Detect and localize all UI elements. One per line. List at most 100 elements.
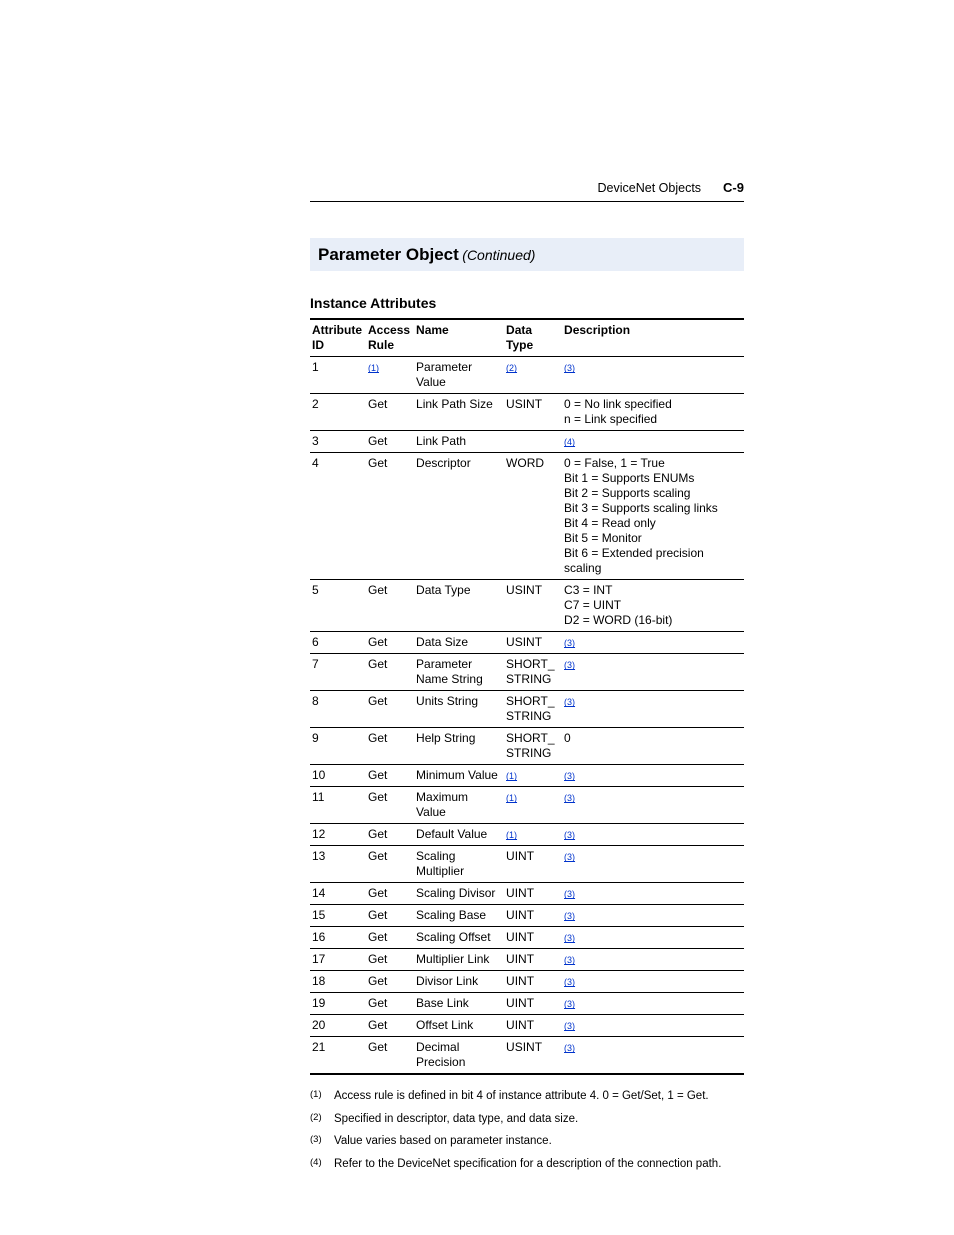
table-row: 4GetDescriptorWORD0 = False, 1 = True Bi… xyxy=(310,453,744,580)
cell-access: Get xyxy=(366,394,414,431)
cell-name: Parameter Value xyxy=(414,357,504,394)
cell-dtype: USINT xyxy=(504,632,562,654)
cell-dtype: (1) xyxy=(504,824,562,846)
footnote-ref[interactable]: (1) xyxy=(368,363,379,373)
footnote-marker: (1) xyxy=(310,1089,324,1103)
footnote-ref[interactable]: (3) xyxy=(564,660,575,670)
cell-attr-id: 14 xyxy=(310,883,366,905)
footnote-ref[interactable]: (2) xyxy=(506,363,517,373)
cell-dtype: USINT xyxy=(504,580,562,632)
cell-access: Get xyxy=(366,846,414,883)
cell-attr-id: 13 xyxy=(310,846,366,883)
running-header: DeviceNet Objects C-9 xyxy=(310,180,744,202)
cell-access: Get xyxy=(366,1037,414,1075)
footnote-ref[interactable]: (1) xyxy=(506,830,517,840)
footnote-marker: (2) xyxy=(310,1112,324,1126)
cell-dtype: (2) xyxy=(504,357,562,394)
footnote-ref[interactable]: (4) xyxy=(564,437,575,447)
instance-attributes-table: Attribute ID Access Rule Name Data Type … xyxy=(310,318,744,1075)
cell-desc: (3) xyxy=(562,765,744,787)
cell-desc: (3) xyxy=(562,883,744,905)
cell-desc: (3) xyxy=(562,927,744,949)
footnote-ref[interactable]: (3) xyxy=(564,793,575,803)
cell-name: Default Value xyxy=(414,824,504,846)
cell-dtype: USINT xyxy=(504,394,562,431)
footnote-ref[interactable]: (3) xyxy=(564,638,575,648)
footnote-ref[interactable]: (3) xyxy=(564,1043,575,1053)
cell-access: Get xyxy=(366,691,414,728)
cell-name: Parameter Name String xyxy=(414,654,504,691)
cell-access: Get xyxy=(366,632,414,654)
cell-dtype: USINT xyxy=(504,1037,562,1075)
footnote-ref[interactable]: (3) xyxy=(564,1021,575,1031)
footnote-ref[interactable]: (3) xyxy=(564,363,575,373)
table-row: 19GetBase LinkUINT(3) xyxy=(310,993,744,1015)
cell-dtype: UINT xyxy=(504,971,562,993)
cell-dtype: UINT xyxy=(504,883,562,905)
footnote-marker: (4) xyxy=(310,1157,324,1171)
footnote: (4)Refer to the DeviceNet specification … xyxy=(310,1157,744,1171)
page: DeviceNet Objects C-9 Parameter Object (… xyxy=(0,0,954,1235)
table-row: 13GetScaling MultiplierUINT(3) xyxy=(310,846,744,883)
cell-access: Get xyxy=(366,787,414,824)
footnote-ref[interactable]: (3) xyxy=(564,852,575,862)
cell-attr-id: 5 xyxy=(310,580,366,632)
cell-name: Link Path xyxy=(414,431,504,453)
footnote-ref[interactable]: (3) xyxy=(564,977,575,987)
table-row: 14GetScaling DivisorUINT(3) xyxy=(310,883,744,905)
table-row: 17GetMultiplier LinkUINT(3) xyxy=(310,949,744,971)
footnote-ref[interactable]: (1) xyxy=(506,771,517,781)
cell-name: Scaling Divisor xyxy=(414,883,504,905)
table-row: 20GetOffset LinkUINT(3) xyxy=(310,1015,744,1037)
cell-access: Get xyxy=(366,993,414,1015)
cell-name: Scaling Multiplier xyxy=(414,846,504,883)
footnote-ref[interactable]: (3) xyxy=(564,933,575,943)
cell-name: Link Path Size xyxy=(414,394,504,431)
cell-access: Get xyxy=(366,728,414,765)
cell-attr-id: 18 xyxy=(310,971,366,993)
footnote-ref[interactable]: (3) xyxy=(564,771,575,781)
cell-access: Get xyxy=(366,971,414,993)
table-row: 12GetDefault Value(1)(3) xyxy=(310,824,744,846)
cell-attr-id: 4 xyxy=(310,453,366,580)
footnote-ref[interactable]: (3) xyxy=(564,889,575,899)
footnote-ref[interactable]: (3) xyxy=(564,911,575,921)
table-header-row: Attribute ID Access Rule Name Data Type … xyxy=(310,319,744,357)
table-row: 2GetLink Path SizeUSINT0 = No link speci… xyxy=(310,394,744,431)
cell-attr-id: 17 xyxy=(310,949,366,971)
cell-access: Get xyxy=(366,949,414,971)
cell-name: Offset Link xyxy=(414,1015,504,1037)
cell-name: Divisor Link xyxy=(414,971,504,993)
cell-attr-id: 15 xyxy=(310,905,366,927)
col-desc: Description xyxy=(562,319,744,357)
cell-access: Get xyxy=(366,883,414,905)
cell-desc: (3) xyxy=(562,949,744,971)
cell-desc: (3) xyxy=(562,1037,744,1075)
cell-name: Minimum Value xyxy=(414,765,504,787)
cell-attr-id: 9 xyxy=(310,728,366,765)
cell-attr-id: 1 xyxy=(310,357,366,394)
cell-dtype: UINT xyxy=(504,846,562,883)
table-row: 10GetMinimum Value(1)(3) xyxy=(310,765,744,787)
footnote-ref[interactable]: (3) xyxy=(564,955,575,965)
cell-attr-id: 2 xyxy=(310,394,366,431)
cell-attr-id: 12 xyxy=(310,824,366,846)
footnote-ref[interactable]: (3) xyxy=(564,830,575,840)
cell-access: Get xyxy=(366,927,414,949)
cell-dtype: WORD xyxy=(504,453,562,580)
cell-desc: (3) xyxy=(562,905,744,927)
cell-access: Get xyxy=(366,431,414,453)
cell-desc: (3) xyxy=(562,971,744,993)
cell-dtype: UINT xyxy=(504,927,562,949)
cell-desc: (3) xyxy=(562,632,744,654)
table-row: 7GetParameter Name StringSHORT_ STRING(3… xyxy=(310,654,744,691)
footnote-ref[interactable]: (3) xyxy=(564,697,575,707)
table-row: 15GetScaling BaseUINT(3) xyxy=(310,905,744,927)
footnote-ref[interactable]: (1) xyxy=(506,793,517,803)
footnote-marker: (3) xyxy=(310,1134,324,1148)
section-heading-bar: Parameter Object (Continued) xyxy=(310,238,744,271)
cell-access: (1) xyxy=(366,357,414,394)
table-row: 9GetHelp StringSHORT_ STRING0 xyxy=(310,728,744,765)
footnote-ref[interactable]: (3) xyxy=(564,999,575,1009)
col-dtype: Data Type xyxy=(504,319,562,357)
